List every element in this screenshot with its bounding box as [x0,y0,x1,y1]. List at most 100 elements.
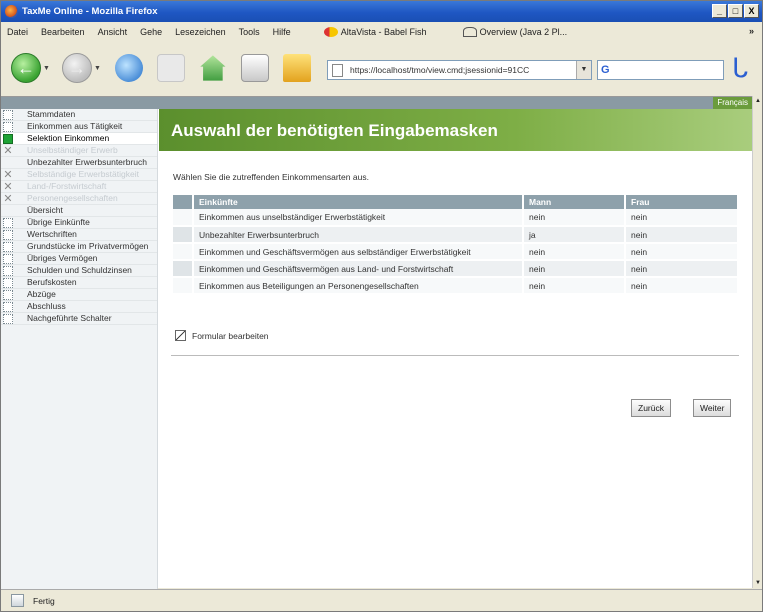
sidebar-item-abschluss[interactable]: Abschluss [1,301,157,313]
scroll-up-icon[interactable]: ▲ [753,96,763,106]
sidebar-item-berufskosten[interactable]: Berufskosten [1,277,157,289]
menu-overflow-chevron[interactable]: » [749,26,754,36]
mann-cell: nein [523,260,626,278]
sidebar-item-unselbstaendiger-erwerb: ✕ Unselbständiger Erwerb [1,145,157,157]
sidebar-item-uebrige-einkuenfte[interactable]: Übrige Einkünfte [1,217,157,229]
print-icon[interactable] [240,54,269,82]
table-row[interactable]: Einkommen und Geschäftsvermögen aus Land… [173,260,739,278]
menu-edit[interactable]: Bearbeiten [41,27,85,37]
status-box-icon [3,278,13,288]
sidebar-item-wertschriften[interactable]: Wertschriften [1,229,157,241]
income-type-cell: Einkommen und Geschäftsvermögen aus Land… [193,260,524,278]
page-icon [332,64,343,77]
bookmark-babelfish-label: AltaVista - Babel Fish [340,27,427,37]
cross-icon: ✕ [3,145,13,157]
table-row[interactable]: Unbezahlter Erwerbsunterbruch ja nein [173,226,739,244]
income-type-cell: Unbezahlter Erwerbsunterbruch [193,226,524,244]
table-row[interactable]: Einkommen aus unselbständiger Erwerbstät… [173,209,739,227]
search-engine-icon[interactable]: G [601,64,613,76]
menu-view[interactable]: Ansicht [98,27,128,37]
page-viewport: Français Stammdaten Einkommen aus Tätigk… [1,96,752,589]
bookmark-java-overview[interactable]: Overview (Java 2 Pl... [462,27,568,37]
close-button[interactable]: X [744,4,759,18]
sidebar-item-grundstuecke[interactable]: Grundstücke im Privatvermögen [1,241,157,253]
frau-cell: nein [625,209,739,227]
back-button[interactable]: Zurück [631,399,671,417]
sidebar-item-label: Schulden und Schuldzinsen [27,265,132,275]
menu-help[interactable]: Hilfe [273,27,291,37]
sidebar-item-uebriges-vermoegen[interactable]: Übriges Vermögen [1,253,157,265]
bookmark-java-label: Overview (Java 2 Pl... [479,27,568,37]
page-banner: Auswahl der benötigten Eingabemasken [159,109,752,151]
sidebar-item-label: Berufskosten [27,277,77,287]
bookmark-babelfish[interactable]: AltaVista - Babel Fish [323,27,427,37]
row-marker [173,243,194,261]
frau-cell: nein [625,226,739,244]
sidebar-item-label: Selbständige Erwerbstätigkeit [27,169,139,179]
edit-form-label: Formular bearbeiten [192,330,269,341]
page-title: Auswahl der benötigten Eingabemasken [171,121,498,140]
sidebar-item-abzuege[interactable]: Abzüge [1,289,157,301]
page-status-icon [11,594,24,607]
menu-tools[interactable]: Tools [239,27,260,37]
back-history-dropdown[interactable]: ▼ [43,65,50,72]
home-icon[interactable] [200,55,226,81]
top-strip: Français [1,97,752,109]
sidebar-item-schulden[interactable]: Schulden und Schuldzinsen [1,265,157,277]
title-bar: TaxMe Online - Mozilla Firefox _ □ X [1,1,762,22]
table-header-row: Einkünfte Mann Frau [173,195,739,209]
url-bar[interactable]: https://localhost/tmo/view.cmd;jsessioni… [327,60,592,80]
sidebar-item-erwerbsunterbruch[interactable]: Unbezahlter Erwerbsunterbruch [1,157,157,169]
sidebar-item-selbstaendige-erwerbstaetigkeit: ✕ Selbständige Erwerbstätigkeit [1,169,157,181]
sidebar-item-label: Übrige Einkünfte [27,217,90,227]
table-row[interactable]: Einkommen aus Beteiligungen an Personeng… [173,277,739,295]
sidebar-item-uebersicht[interactable]: Übersicht [1,205,157,217]
throbber-icon: ᒐ [731,53,749,83]
status-box-icon [3,266,13,276]
url-dropdown-icon[interactable]: ▼ [576,61,591,79]
sidebar-item-selektion-einkommen[interactable]: Selektion Einkommen [1,133,157,145]
mann-cell: nein [523,277,626,295]
reload-icon[interactable] [114,54,143,82]
folder-icon[interactable] [282,54,311,82]
next-button[interactable]: Weiter [693,399,732,417]
maximize-button[interactable]: □ [728,4,743,18]
frau-cell: nein [625,260,739,278]
search-bar[interactable]: G [597,60,724,80]
income-type-cell: Einkommen aus Beteiligungen an Personeng… [193,277,524,295]
stop-icon[interactable] [156,54,185,82]
mann-cell: ja [523,226,626,244]
menu-file[interactable]: Datei [7,27,28,37]
firefox-icon [5,5,18,18]
sidebar-navigation: Stammdaten Einkommen aus Tätigkeit Selek… [1,109,158,589]
sidebar-item-label: Einkommen aus Tätigkeit [27,121,123,131]
sidebar-item-einkommen-taetigkeit[interactable]: Einkommen aus Tätigkeit [1,121,157,133]
status-box-icon [3,314,13,324]
cross-icon: ✕ [3,169,13,181]
forward-arrow-icon[interactable]: → [61,53,92,83]
menu-bookmarks[interactable]: Lesezeichen [175,27,226,37]
mann-cell: nein [523,209,626,227]
table-row[interactable]: Einkommen und Geschäftsvermögen aus selb… [173,243,739,261]
frau-cell: nein [625,243,739,261]
sidebar-item-nachgefuehrte-schalter[interactable]: Nachgeführte Schalter [1,313,157,325]
scroll-down-icon[interactable]: ▼ [753,578,763,588]
income-type-cell: Einkommen und Geschäftsvermögen aus selb… [193,243,524,261]
sidebar-item-label: Abzüge [27,289,56,299]
sidebar-item-label: Nachgeführte Schalter [27,313,112,323]
sidebar-item-label: Abschluss [27,301,66,311]
vertical-scrollbar[interactable]: ▲ ▼ [752,96,762,588]
status-box-icon [3,290,13,300]
sidebar-item-label: Wertschriften [27,229,77,239]
status-bar: Fertig [1,589,762,611]
forward-history-dropdown[interactable]: ▼ [94,65,101,72]
menu-go[interactable]: Gehe [140,27,162,37]
sidebar-item-label: Unselbständiger Erwerb [27,145,118,155]
sidebar-item-label: Grundstücke im Privatvermögen [27,241,149,251]
sidebar-item-stammdaten[interactable]: Stammdaten [1,109,157,121]
bookmark-java-icon [462,27,477,37]
language-link[interactable]: Français [713,97,752,109]
back-arrow-icon[interactable]: ← [11,53,41,83]
edit-form-link[interactable]: Formular bearbeiten [175,330,269,341]
minimize-button[interactable]: _ [712,4,727,18]
